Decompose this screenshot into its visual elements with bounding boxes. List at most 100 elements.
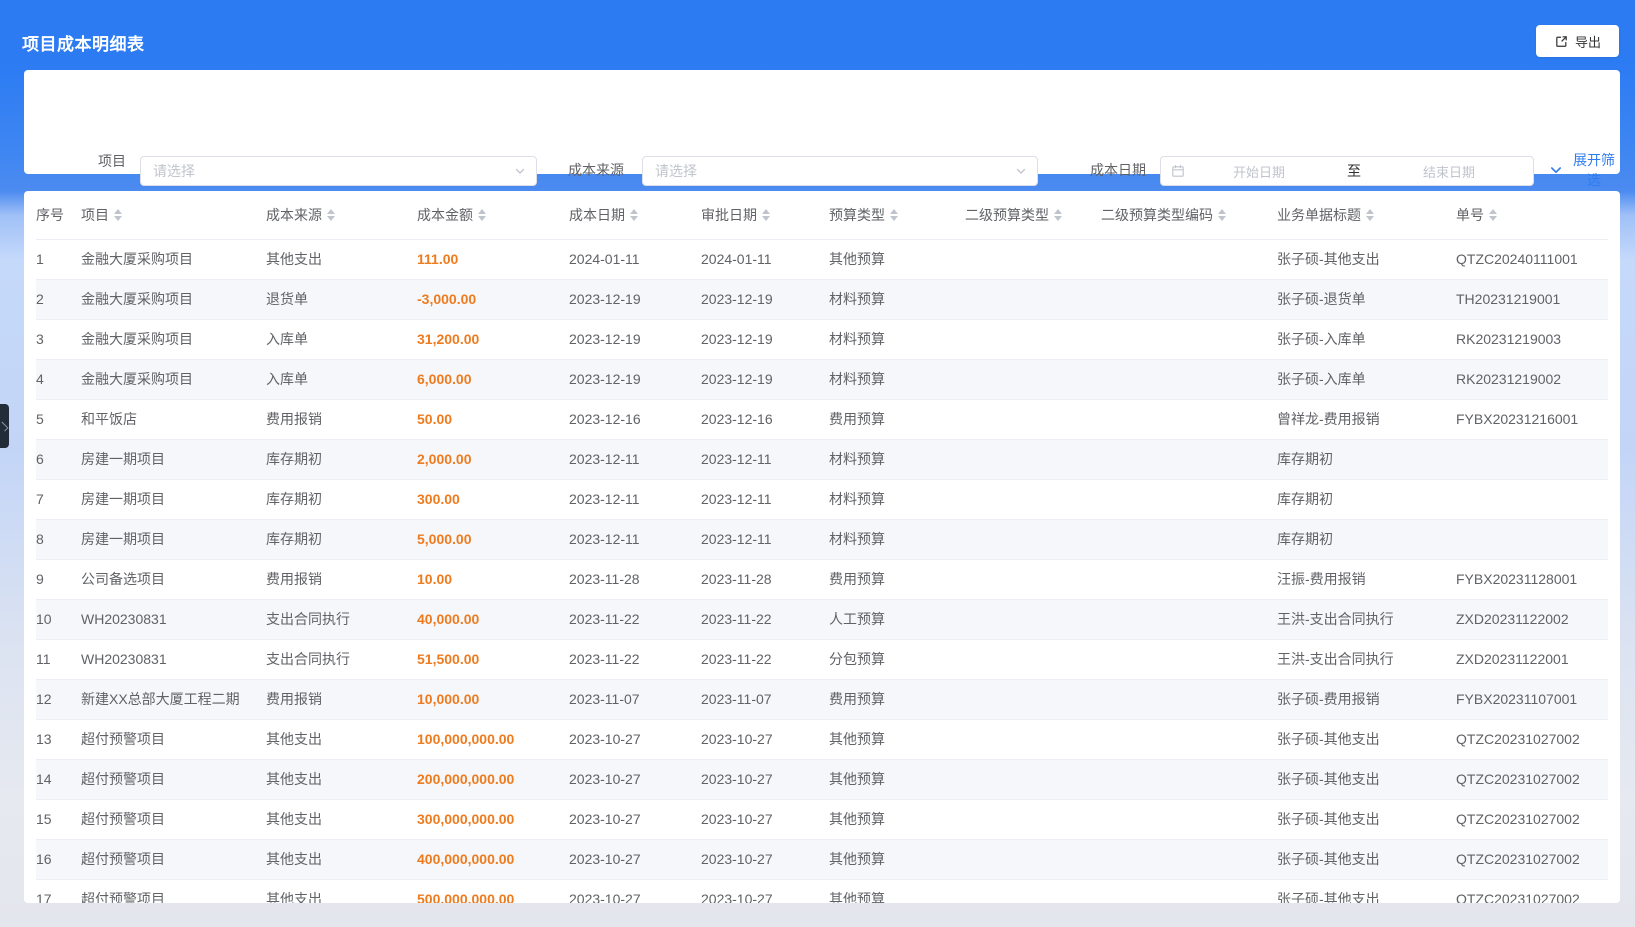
- cell-no: 11: [36, 639, 81, 679]
- table-row: 17超付预警项目其他支出500,000,000.002023-10-272023…: [36, 879, 1608, 903]
- column-label: 二级预算类型编码: [1101, 205, 1213, 225]
- cell-budget_type: 其他预算: [829, 719, 965, 759]
- cell-approve_date: 2023-10-27: [701, 719, 829, 759]
- table-row: 7房建一期项目库存期初300.002023-12-112023-12-11材料预…: [36, 479, 1608, 519]
- column-header-sub_code[interactable]: 二级预算类型编码: [1101, 191, 1277, 239]
- export-icon: [1554, 34, 1569, 49]
- sort-icon: [630, 209, 638, 221]
- cell-sub_code: [1101, 719, 1277, 759]
- project-select-placeholder: 请选择: [153, 161, 514, 181]
- column-header-doc_no[interactable]: 单号: [1456, 191, 1608, 239]
- cell-cost_date: 2023-12-19: [569, 279, 701, 319]
- cell-no: 5: [36, 399, 81, 439]
- sort-icon: [478, 209, 486, 221]
- cell-amount: 300,000,000.00: [417, 799, 569, 839]
- export-button-label: 导出: [1575, 32, 1601, 51]
- column-label: 二级预算类型: [965, 205, 1049, 225]
- cell-amount: 200,000,000.00: [417, 759, 569, 799]
- cell-doc_no: QTZC20240111001: [1456, 239, 1608, 279]
- filter-panel: 项目 请选择 成本来源 请选择 成本日期 开始日期 至: [24, 70, 1620, 174]
- cell-approve_date: 2023-11-22: [701, 639, 829, 679]
- cell-doc_no: [1456, 439, 1608, 479]
- column-label: 成本日期: [569, 205, 625, 225]
- cell-amount: 51,500.00: [417, 639, 569, 679]
- cell-no: 12: [36, 679, 81, 719]
- cost-source-select[interactable]: 请选择: [642, 156, 1038, 186]
- cell-sub_type: [965, 279, 1101, 319]
- cell-no: 14: [36, 759, 81, 799]
- cell-doc_no: RK20231219002: [1456, 359, 1608, 399]
- cell-source: 支出合同执行: [266, 599, 417, 639]
- cell-source: 库存期初: [266, 439, 417, 479]
- column-header-cost_date[interactable]: 成本日期: [569, 191, 701, 239]
- cost-date-range-input[interactable]: 开始日期 至 结束日期: [1160, 156, 1534, 186]
- column-header-sub_type[interactable]: 二级预算类型: [965, 191, 1101, 239]
- cell-doc_no: QTZC20231027002: [1456, 719, 1608, 759]
- cell-project: 超付预警项目: [81, 759, 266, 799]
- cell-amount: 400,000,000.00: [417, 839, 569, 879]
- cell-budget_type: 费用预算: [829, 399, 965, 439]
- cell-amount: 31,200.00: [417, 319, 569, 359]
- cell-sub_code: [1101, 359, 1277, 399]
- cell-cost_date: 2023-12-19: [569, 319, 701, 359]
- cell-doc_no: FYBX20231216001: [1456, 399, 1608, 439]
- cell-cost_date: 2023-10-27: [569, 719, 701, 759]
- column-header-amount[interactable]: 成本金额: [417, 191, 569, 239]
- cell-budget_type: 材料预算: [829, 519, 965, 559]
- cell-source: 入库单: [266, 359, 417, 399]
- column-header-doc_title[interactable]: 业务单据标题: [1277, 191, 1456, 239]
- expand-filters-link[interactable]: 展开筛选: [1549, 150, 1620, 190]
- cell-sub_type: [965, 639, 1101, 679]
- cell-doc_title: 张子硕-退货单: [1277, 279, 1456, 319]
- column-header-approve_date[interactable]: 审批日期: [701, 191, 829, 239]
- cell-sub_type: [965, 839, 1101, 879]
- export-button[interactable]: 导出: [1536, 25, 1619, 57]
- cell-doc_no: QTZC20231027002: [1456, 839, 1608, 879]
- column-label: 项目: [81, 205, 109, 225]
- cell-sub_code: [1101, 759, 1277, 799]
- cell-sub_type: [965, 479, 1101, 519]
- cell-no: 10: [36, 599, 81, 639]
- column-header-project[interactable]: 项目: [81, 191, 266, 239]
- cell-cost_date: 2023-11-22: [569, 639, 701, 679]
- cell-cost_date: 2023-12-11: [569, 519, 701, 559]
- cell-approve_date: 2023-10-27: [701, 759, 829, 799]
- cell-amount: 2,000.00: [417, 439, 569, 479]
- cost-source-select-placeholder: 请选择: [655, 161, 1015, 181]
- project-select[interactable]: 请选择: [140, 156, 537, 186]
- column-label: 成本来源: [266, 205, 322, 225]
- cell-sub_type: [965, 599, 1101, 639]
- column-header-budget_type[interactable]: 预算类型: [829, 191, 965, 239]
- chevron-down-icon: [1549, 163, 1563, 177]
- table-row: 8房建一期项目库存期初5,000.002023-12-112023-12-11材…: [36, 519, 1608, 559]
- table-row: 4金融大厦采购项目入库单6,000.002023-12-192023-12-19…: [36, 359, 1608, 399]
- cell-approve_date: 2023-10-27: [701, 839, 829, 879]
- cell-no: 13: [36, 719, 81, 759]
- column-label: 业务单据标题: [1277, 205, 1361, 225]
- calendar-icon: [1171, 164, 1185, 178]
- cell-budget_type: 材料预算: [829, 359, 965, 399]
- cell-doc_no: [1456, 519, 1608, 559]
- cell-sub_code: [1101, 319, 1277, 359]
- cell-doc_title: 库存期初: [1277, 479, 1456, 519]
- cell-amount: 10.00: [417, 559, 569, 599]
- side-drawer-handle[interactable]: [0, 404, 9, 448]
- cell-project: 金融大厦采购项目: [81, 319, 266, 359]
- cell-no: 1: [36, 239, 81, 279]
- sort-icon: [327, 209, 335, 221]
- cell-project: 金融大厦采购项目: [81, 239, 266, 279]
- cell-doc_title: 曾祥龙-费用报销: [1277, 399, 1456, 439]
- column-header-source[interactable]: 成本来源: [266, 191, 417, 239]
- cell-approve_date: 2023-11-22: [701, 599, 829, 639]
- cell-project: 和平饭店: [81, 399, 266, 439]
- cell-project: 金融大厦采购项目: [81, 359, 266, 399]
- cell-budget_type: 材料预算: [829, 479, 965, 519]
- cell-source: 库存期初: [266, 519, 417, 559]
- cell-project: 公司备选项目: [81, 559, 266, 599]
- cell-sub_code: [1101, 639, 1277, 679]
- table-row: 1金融大厦采购项目其他支出111.002024-01-112024-01-11其…: [36, 239, 1608, 279]
- cell-cost_date: 2023-11-28: [569, 559, 701, 599]
- table-row: 3金融大厦采购项目入库单31,200.002023-12-192023-12-1…: [36, 319, 1608, 359]
- project-filter-label: 项目: [98, 151, 126, 171]
- cell-budget_type: 费用预算: [829, 559, 965, 599]
